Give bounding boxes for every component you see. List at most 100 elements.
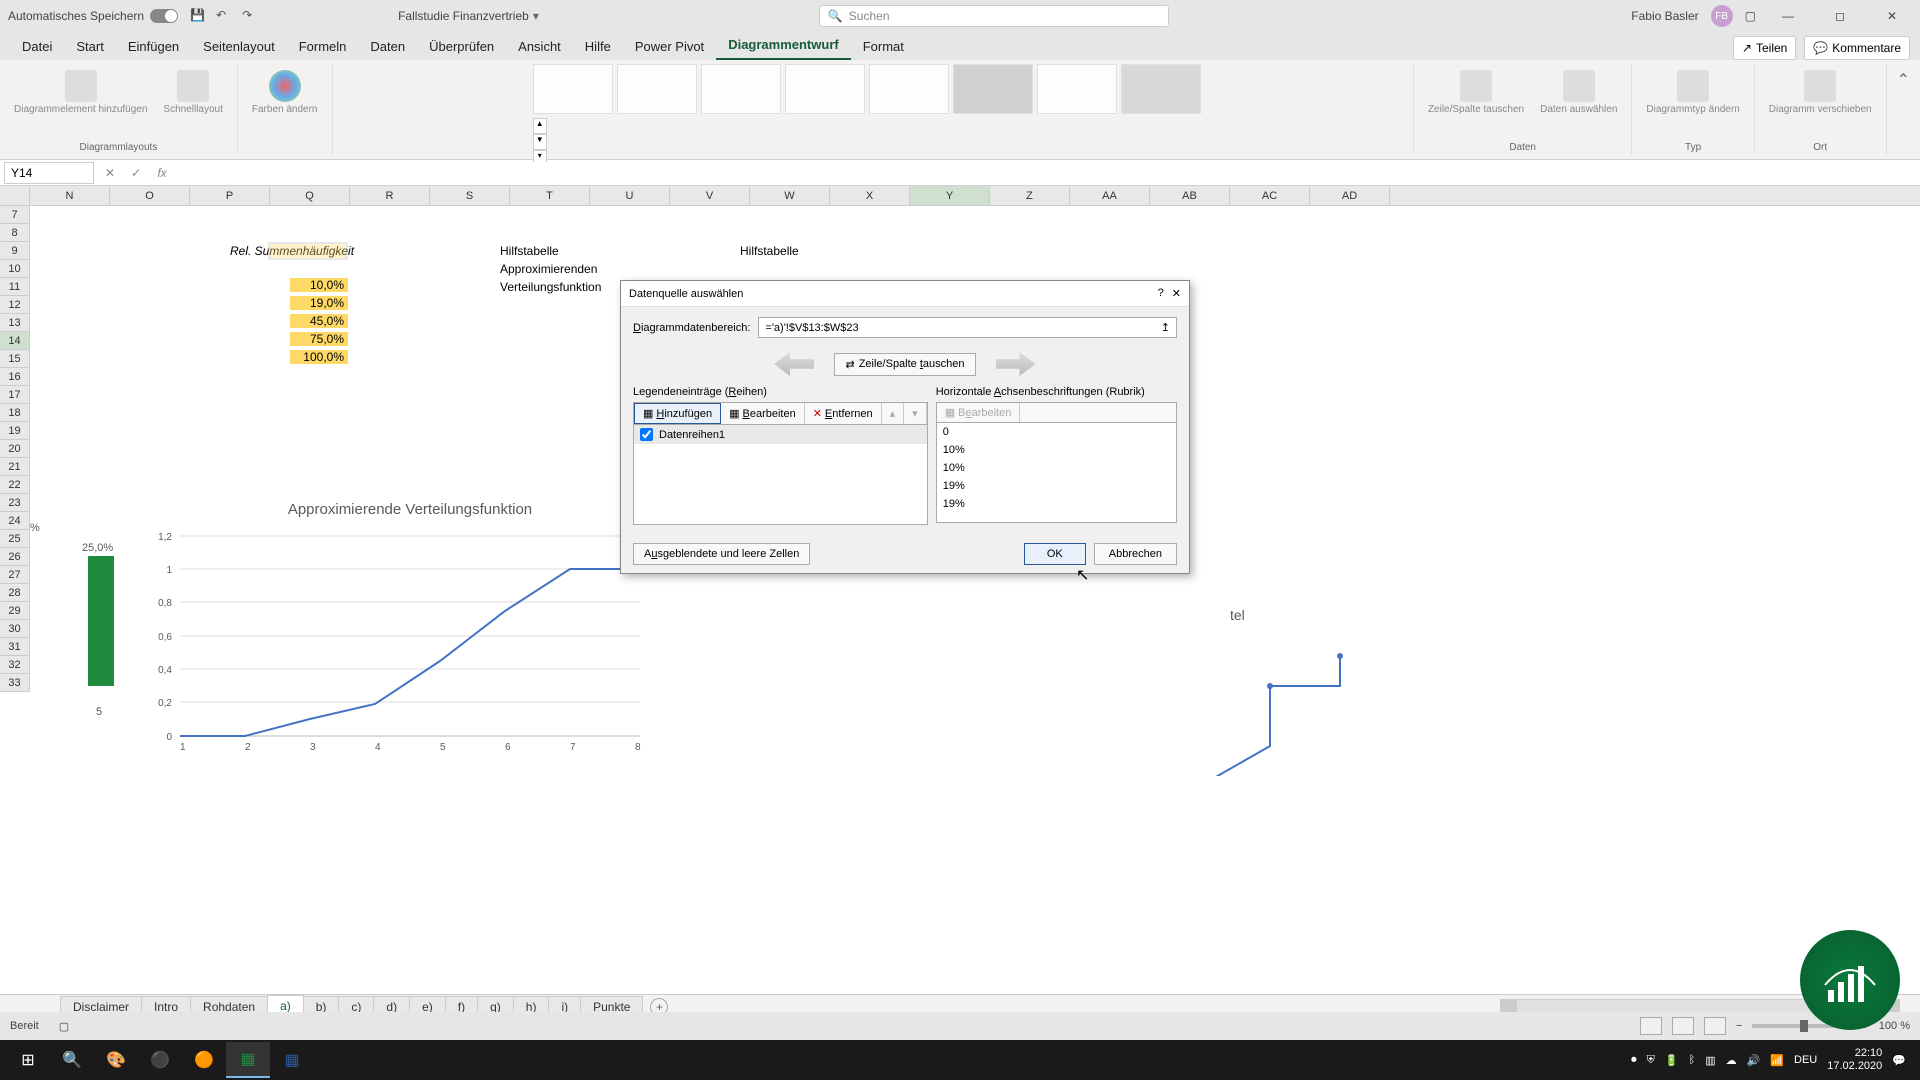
taskbar-word[interactable]: ▦	[270, 1042, 314, 1078]
maximize-button[interactable]: ◻	[1820, 2, 1860, 30]
tray-icon[interactable]: ☁	[1726, 1054, 1737, 1067]
move-down-button[interactable]: ▾	[904, 403, 927, 424]
tray-notifications-icon[interactable]: 💬	[1892, 1054, 1906, 1067]
tab-ueberpruefen[interactable]: Überprüfen	[417, 33, 506, 60]
toggle-switch-icon[interactable]	[150, 9, 178, 23]
dropdown-icon[interactable]: ▾	[533, 9, 539, 23]
chart-approximating-cdf[interactable]: Approximierende Verteilungsfunktion 1,2	[140, 501, 680, 761]
row-13[interactable]: 13	[0, 314, 30, 332]
tray-lang[interactable]: DEU	[1794, 1054, 1817, 1066]
chart-style-3[interactable]	[701, 64, 781, 114]
tray-icon[interactable]: 🔋	[1665, 1054, 1679, 1067]
add-series-button[interactable]: ▦Hinzufügen	[634, 403, 721, 424]
taskbar-chrome[interactable]: 🟠	[182, 1042, 226, 1078]
cancel-formula-icon[interactable]: ✕	[100, 163, 120, 183]
quick-layout-button[interactable]: Schnelllayout	[157, 68, 228, 117]
comments-button[interactable]: 💬Kommentare	[1804, 36, 1910, 60]
row-28[interactable]: 28	[0, 584, 30, 602]
hidden-empty-cells-button[interactable]: Ausgeblendete und leere Zellen	[633, 543, 810, 565]
user-name[interactable]: Fabio Basler	[1631, 9, 1698, 23]
enter-formula-icon[interactable]: ✓	[126, 163, 146, 183]
formula-input[interactable]	[172, 162, 1920, 184]
row-11[interactable]: 11	[0, 278, 30, 296]
dialog-help-icon[interactable]: ?	[1158, 287, 1164, 300]
row-33[interactable]: 33	[0, 674, 30, 692]
axis-listbox[interactable]: 0 10% 10% 19% 19%	[936, 423, 1177, 523]
edit-axis-button[interactable]: ▦Bearbeiten	[937, 403, 1021, 422]
row-9[interactable]: 9	[0, 242, 30, 260]
row-24[interactable]: 24	[0, 512, 30, 530]
cell-q11[interactable]: 19,0%	[290, 296, 348, 310]
tab-datei[interactable]: Datei	[10, 33, 64, 60]
row-16[interactable]: 16	[0, 368, 30, 386]
zoom-level[interactable]: 100 %	[1879, 1020, 1910, 1032]
col-W[interactable]: W	[750, 186, 830, 205]
move-up-button[interactable]: ▴	[882, 403, 905, 424]
col-R[interactable]: R	[350, 186, 430, 205]
col-P[interactable]: P	[190, 186, 270, 205]
row-10[interactable]: 10	[0, 260, 30, 278]
col-Q[interactable]: Q	[270, 186, 350, 205]
tab-diagrammentwurf[interactable]: Diagrammentwurf	[716, 31, 851, 60]
edit-series-button[interactable]: ▦Bearbeiten	[721, 403, 805, 424]
search-box[interactable]: 🔍 Suchen	[819, 5, 1169, 27]
row-18[interactable]: 18	[0, 404, 30, 422]
axis-item[interactable]: 10%	[937, 441, 1176, 459]
chart-style-6[interactable]	[953, 64, 1033, 114]
undo-icon[interactable]: ↶	[216, 8, 232, 24]
col-T[interactable]: T	[510, 186, 590, 205]
chart-styles-gallery[interactable]: ▲ ▼ ▾	[533, 64, 1213, 166]
tab-format[interactable]: Format	[851, 33, 916, 60]
row-32[interactable]: 32	[0, 656, 30, 674]
cell-q14[interactable]: 100,0%	[290, 350, 348, 364]
row-31[interactable]: 31	[0, 638, 30, 656]
start-button[interactable]: ⊞	[6, 1042, 50, 1078]
fx-icon[interactable]: fx	[152, 163, 172, 183]
taskbar-excel[interactable]: ▦	[226, 1042, 270, 1078]
chart-style-1[interactable]	[533, 64, 613, 114]
redo-icon[interactable]: ↷	[242, 8, 258, 24]
chart-style-7[interactable]	[1037, 64, 1117, 114]
chart-data-range-input[interactable]: ='a)'!$V$13:$W$23 ↥	[758, 317, 1177, 338]
col-AD[interactable]: AD	[1310, 186, 1390, 205]
cell-q12[interactable]: 45,0%	[290, 314, 348, 328]
select-data-button[interactable]: Daten auswählen	[1534, 68, 1623, 117]
gallery-up-icon[interactable]: ▲	[533, 118, 547, 134]
cell-q13[interactable]: 75,0%	[290, 332, 348, 346]
search-taskbar-icon[interactable]: 🔍	[50, 1042, 94, 1078]
row-30[interactable]: 30	[0, 620, 30, 638]
tab-start[interactable]: Start	[64, 33, 115, 60]
chart-step-right[interactable]: tel 0 0,2 0,4 0,6 0,8 1 1,2 0,2	[960, 606, 1420, 776]
col-N[interactable]: N	[30, 186, 110, 205]
tray-icon[interactable]: ⛨	[1647, 1054, 1655, 1067]
row-25[interactable]: 25	[0, 530, 30, 548]
view-page-break-button[interactable]	[1704, 1017, 1726, 1035]
minimize-button[interactable]: —	[1768, 2, 1808, 30]
gallery-down-icon[interactable]: ▼	[533, 134, 547, 150]
zoom-out-icon[interactable]: −	[1736, 1020, 1742, 1032]
row-29[interactable]: 29	[0, 602, 30, 620]
row-23[interactable]: 23	[0, 494, 30, 512]
view-normal-button[interactable]	[1640, 1017, 1662, 1035]
row-26[interactable]: 26	[0, 548, 30, 566]
axis-item[interactable]: 0	[937, 423, 1176, 441]
row-8[interactable]: 8	[0, 224, 30, 242]
range-picker-icon[interactable]: ↥	[1161, 321, 1170, 334]
taskbar-app-1[interactable]: 🎨	[94, 1042, 138, 1078]
tray-icon[interactable]: ▥	[1705, 1054, 1715, 1067]
col-Z[interactable]: Z	[990, 186, 1070, 205]
autosave-toggle[interactable]: Automatisches Speichern	[8, 9, 178, 23]
taskbar-clock[interactable]: 22:10 17.02.2020	[1827, 1047, 1882, 1073]
select-all-corner[interactable]	[0, 186, 30, 205]
move-chart-button[interactable]: Diagramm verschieben	[1763, 68, 1878, 117]
row-12[interactable]: 12	[0, 296, 30, 314]
remove-series-button[interactable]: ✕Entfernen	[805, 403, 882, 424]
row-21[interactable]: 21	[0, 458, 30, 476]
col-Y[interactable]: Y	[910, 186, 990, 205]
row-19[interactable]: 19	[0, 422, 30, 440]
row-22[interactable]: 22	[0, 476, 30, 494]
tab-formeln[interactable]: Formeln	[287, 33, 359, 60]
tray-bluetooth-icon[interactable]: ᛒ	[1689, 1054, 1696, 1066]
col-V[interactable]: V	[670, 186, 750, 205]
col-AA[interactable]: AA	[1070, 186, 1150, 205]
